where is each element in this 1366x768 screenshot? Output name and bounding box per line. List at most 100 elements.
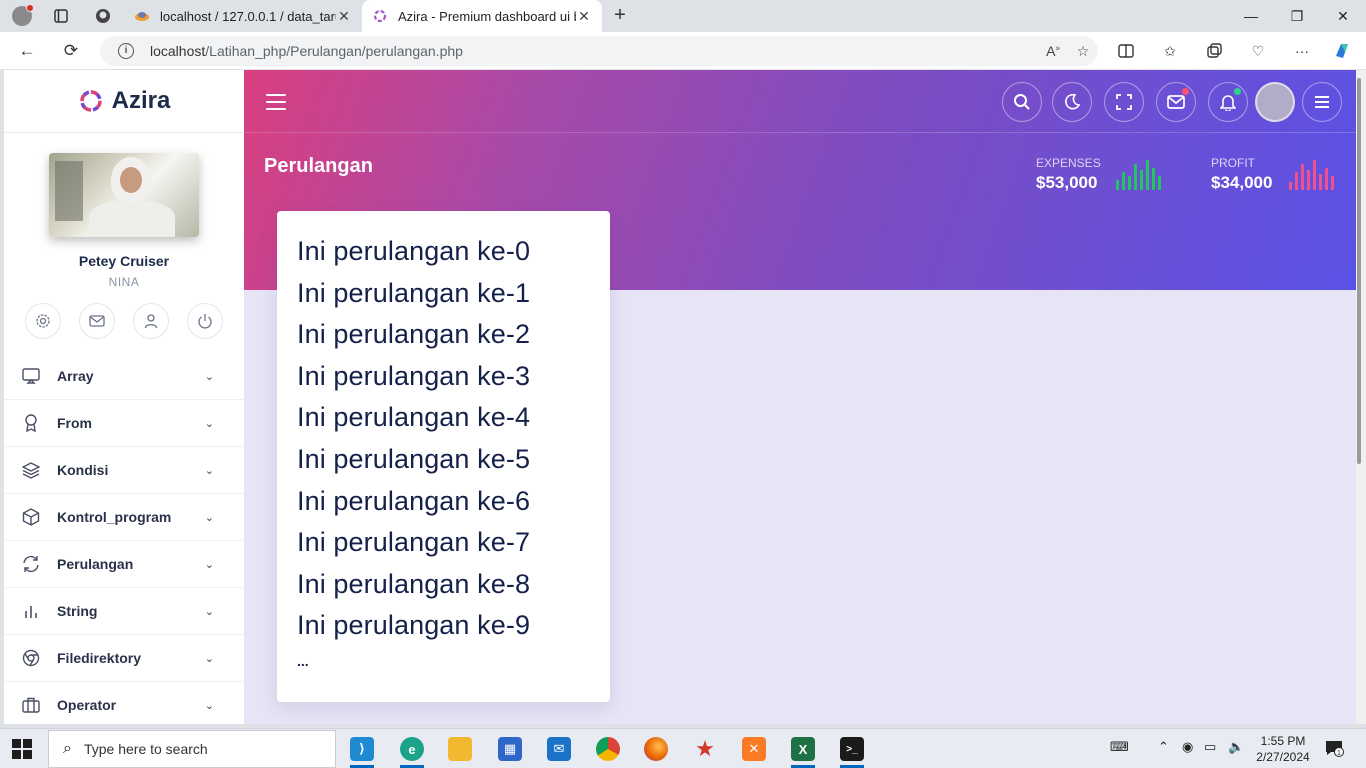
- sidebar-item-filedirektory[interactable]: Filedirektory ⌄: [4, 635, 244, 682]
- chevron-down-icon: ⌄: [204, 605, 214, 618]
- sidebar-item-operator[interactable]: Operator ⌄: [4, 682, 244, 724]
- url-host: localhost: [150, 43, 206, 59]
- sparkline-bar: [1122, 172, 1125, 190]
- browser-essentials-icon[interactable]: ♡: [1246, 40, 1270, 62]
- expenses-label: EXPENSES: [1036, 156, 1101, 170]
- new-tab-button[interactable]: +: [608, 4, 632, 28]
- tab-azira[interactable]: Azira - Premium dashboard ui bo ✕: [362, 0, 602, 32]
- taskbar-clock[interactable]: 1:55 PM 2/27/2024: [1250, 733, 1316, 765]
- mail-button[interactable]: [79, 303, 115, 339]
- sidebar-item-label: Perulangan: [57, 556, 134, 572]
- sparkline-bar: [1158, 176, 1161, 190]
- github-icon[interactable]: [92, 6, 114, 26]
- close-window-button[interactable]: ✕: [1320, 0, 1366, 32]
- fullscreen-button[interactable]: [1104, 82, 1144, 122]
- more-options-icon[interactable]: ···: [1290, 40, 1314, 62]
- excel-taskbar-icon[interactable]: X: [783, 733, 823, 768]
- power-icon: [198, 314, 212, 329]
- reload-icon[interactable]: ⟳: [58, 39, 84, 63]
- logout-button[interactable]: [187, 303, 223, 339]
- sparkline-bar: [1295, 172, 1298, 190]
- edge-taskbar-icon[interactable]: e: [392, 733, 432, 768]
- scrollbar-thumb[interactable]: [1357, 78, 1361, 464]
- box-icon: [20, 506, 42, 528]
- profile-button[interactable]: [133, 303, 169, 339]
- split-screen-icon[interactable]: [1114, 40, 1138, 62]
- address-bar[interactable]: i localhost/Latihan_php/Perulangan/perul…: [100, 36, 1098, 66]
- notifications-badge-dot: [1234, 88, 1241, 95]
- url-path: /Latihan_php/Perulangan/perulangan.php: [205, 43, 463, 59]
- info-icon[interactable]: i: [118, 43, 134, 59]
- azira-icon: [372, 8, 388, 24]
- profit-value: $34,000: [1211, 173, 1273, 192]
- notifications-button[interactable]: [1208, 82, 1248, 122]
- sidebar-item-from[interactable]: From ⌄: [4, 400, 244, 447]
- search-icon: [1014, 94, 1030, 110]
- webcam-icon[interactable]: ◉: [1182, 739, 1193, 755]
- sidebar-item-label: String: [57, 603, 98, 619]
- loop-output-line: Ini perulangan ke-4: [297, 402, 531, 433]
- sparkline-bar: [1140, 170, 1143, 190]
- restore-button[interactable]: ❐: [1274, 0, 1320, 32]
- close-tab-icon[interactable]: ✕: [336, 8, 352, 25]
- keyboard-icon[interactable]: ⌨: [1110, 739, 1129, 755]
- collections-icon[interactable]: [1202, 40, 1226, 62]
- profile-notification-dot: [26, 4, 34, 12]
- close-tab-icon[interactable]: ✕: [576, 8, 592, 25]
- mail-icon: [89, 315, 105, 327]
- firefox-taskbar-icon[interactable]: [636, 733, 676, 765]
- bar-chart-icon: [20, 600, 42, 622]
- taskbar-search[interactable]: ⌕ Type here to search: [48, 730, 336, 768]
- messages-button[interactable]: [1156, 82, 1196, 122]
- mail-taskbar-icon[interactable]: ✉: [539, 733, 579, 765]
- vscode-taskbar-icon[interactable]: ⟩: [342, 733, 382, 768]
- dark-mode-button[interactable]: [1052, 82, 1092, 122]
- menu-toggle-icon[interactable]: [266, 94, 286, 110]
- expenses-sparkline: [1116, 160, 1161, 190]
- favorites-icon[interactable]: ✩: [1158, 40, 1182, 62]
- chrome-taskbar-icon[interactable]: [588, 733, 628, 765]
- app-star-taskbar-icon[interactable]: ★: [685, 733, 725, 765]
- speaker-muted-icon[interactable]: 🔈: [1228, 739, 1244, 755]
- sidebar-menu: Array ⌄ From ⌄ Kondisi ⌄ Kontrol_program…: [4, 353, 244, 724]
- terminal-taskbar-icon[interactable]: >_: [832, 733, 872, 768]
- start-button[interactable]: [12, 739, 32, 759]
- copilot-icon[interactable]: [1330, 40, 1354, 62]
- tab-actions-icon[interactable]: [50, 6, 72, 26]
- user-avatar[interactable]: [1255, 82, 1295, 122]
- sidebar-item-string[interactable]: String ⌄: [4, 588, 244, 635]
- user-role: NINA: [108, 275, 140, 289]
- browser-profile-button[interactable]: [8, 4, 36, 28]
- sidebar-item-perulangan[interactable]: Perulangan ⌄: [4, 541, 244, 588]
- minimize-button[interactable]: ―: [1228, 0, 1274, 32]
- sidebar-item-kontrol-program[interactable]: Kontrol_program ⌄: [4, 494, 244, 541]
- battery-icon[interactable]: ▭: [1204, 739, 1216, 755]
- tab-phpmyadmin[interactable]: localhost / 127.0.0.1 / data_tarun ✕: [124, 0, 362, 32]
- sidebar-item-array[interactable]: Array ⌄: [4, 353, 244, 400]
- brand-logo[interactable]: Azira: [4, 70, 244, 133]
- loop-output-line: Ini perulangan ke-2: [297, 319, 531, 350]
- settings-gear-button[interactable]: [25, 303, 61, 339]
- loop-output-line: Ini perulangan ke-8: [297, 568, 531, 599]
- sparkline-bar: [1325, 168, 1328, 190]
- notification-center-icon[interactable]: 1: [1324, 739, 1344, 757]
- sidebar-right-toggle[interactable]: [1302, 82, 1342, 122]
- search-button[interactable]: [1002, 82, 1042, 122]
- sidebar-item-label: Kondisi: [57, 462, 109, 478]
- read-aloud-icon[interactable]: A»: [1038, 43, 1068, 59]
- file-explorer-taskbar-icon[interactable]: [440, 733, 480, 765]
- url-text[interactable]: localhost/Latihan_php/Perulangan/perulan…: [150, 43, 1038, 59]
- taskbar-search-placeholder: Type here to search: [83, 741, 208, 757]
- favorite-star-icon[interactable]: ☆: [1068, 43, 1098, 60]
- sparkline-bar: [1289, 182, 1292, 190]
- profile-photo[interactable]: [49, 153, 199, 237]
- back-arrow-icon[interactable]: ←: [14, 39, 40, 63]
- xampp-taskbar-icon[interactable]: ✕: [734, 733, 774, 765]
- page-title: Perulangan: [264, 155, 373, 177]
- sidebar-item-label: Array: [57, 368, 94, 384]
- user-name: Petey Cruiser: [78, 253, 170, 269]
- sidebar-item-kondisi[interactable]: Kondisi ⌄: [4, 447, 244, 494]
- store-taskbar-icon[interactable]: ▦: [490, 733, 530, 765]
- chevron-up-icon[interactable]: ⌃: [1158, 739, 1169, 755]
- gear-icon: [36, 314, 50, 328]
